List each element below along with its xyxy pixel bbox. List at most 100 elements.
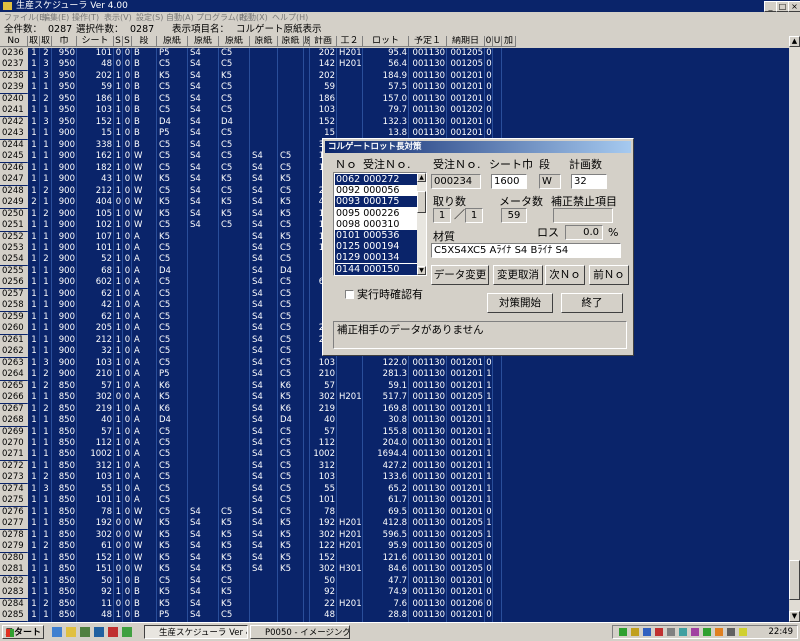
header-col-add[interactable]: 加	[502, 36, 516, 47]
task-scheduler-button[interactable]: 生産スケジューラ Ver 4...	[144, 625, 248, 639]
table-row[interactable]: 0284 1 2 850 11 0 0 B K5 S4 K5 22 H201 7.6 001130 00120…	[0, 598, 789, 610]
table-row[interactable]: 0276 1 1 850 78 1 0 W C5 S4 C5 S4 C5 78 69.5 001130 0012…	[0, 506, 789, 518]
next-no-button[interactable]: 次Ｎｏ	[545, 265, 585, 285]
table-row[interactable]: 0273 1 2 850 103 1 0 A C5 S4 C5 103 133.6 001130 00120…	[0, 472, 789, 484]
folder-icon[interactable]	[66, 627, 76, 637]
tray-icon-2[interactable]	[631, 628, 639, 636]
tray-icon-6[interactable]	[679, 628, 687, 636]
table-row[interactable]: 0285 1 1 850 48 1 0 B P5 S4 C5 48 28.8 001130 001201 0	[0, 610, 789, 622]
desktop-icon[interactable]	[94, 627, 104, 637]
menu-view[interactable]: 表示(V)	[104, 12, 132, 24]
outlook-icon[interactable]	[80, 627, 90, 637]
list-scrollbar[interactable]: ▲ ▼	[417, 173, 426, 275]
table-row[interactable]: 0282 1 1 850 50 1 0 B C5 S4 C5 50 47.7 001130 001201 0	[0, 575, 789, 587]
header-col-due-date[interactable]: 納期日	[447, 36, 485, 47]
header-col-process-2[interactable]: 工２	[337, 36, 363, 47]
table-row[interactable]: 0280 1 1 850 152 1 0 W K5 S4 K5 S4 K5 152 121.6 001130 0…	[0, 552, 789, 564]
media-icon[interactable]	[108, 627, 118, 637]
list-item[interactable]: 0062 000272	[335, 174, 417, 185]
table-row[interactable]: 0270 1 1 850 112 1 0 A C5 S4 C5 112 204.0 001130 00120…	[0, 437, 789, 449]
table-row[interactable]: 0264 1 2 900 210 1 0 A P5 S4 C5 210 281.3 001130 00120…	[0, 369, 789, 381]
list-item[interactable]: 0101 000536	[335, 230, 417, 241]
table-row[interactable]: 0239 1 1 950 59 1 0 B C5 S4 C5 59 57.5 001130 001201 0	[0, 82, 789, 94]
table-row[interactable]: 0265 1 2 850 57 1 0 A K6 S4 K6 57 59.1 001130 001201 1	[0, 380, 789, 392]
menu-launch[interactable]: 起動(X)	[240, 12, 268, 24]
table-row[interactable]: 0271 1 1 850 1002 1 0 A C5 S4 C5 1002 1694.4 001130 00…	[0, 449, 789, 461]
menu-operation[interactable]: 操作(T)	[72, 12, 99, 24]
scroll-thumb[interactable]	[789, 560, 800, 600]
menu-auto[interactable]: 自動(A)	[166, 12, 194, 24]
menu-settings[interactable]: 設定(S)	[136, 12, 163, 24]
volume-icon[interactable]	[739, 628, 747, 636]
grid-vertical-scrollbar[interactable]: ▲ ▼	[789, 36, 800, 622]
confirm-checkbox[interactable]	[345, 290, 354, 299]
app-shortcut-icon[interactable]	[122, 627, 132, 637]
header-col-paper-5[interactable]: 原紙	[278, 36, 304, 47]
plan-count-field[interactable]: 32	[571, 174, 607, 189]
table-row[interactable]: 0278 1 1 850 302 0 0 W K5 S4 K5 S4 K5 302 H201 596.5 001…	[0, 529, 789, 541]
header-col-take-1[interactable]: 取	[28, 36, 40, 47]
table-row[interactable]: 0267 1 2 850 219 1 0 A K6 S4 K6 219 169.8 001130 00120…	[0, 403, 789, 415]
scroll-up-icon[interactable]: ▲	[789, 36, 800, 47]
start-countermeasure-button[interactable]: 対策開始	[487, 293, 553, 313]
table-row[interactable]: 0269 1 1 850 57 1 0 A C5 S4 C5 57 155.8 001130 001201 1	[0, 426, 789, 438]
data-change-button[interactable]: データ変更	[431, 265, 489, 285]
header-col-stage[interactable]: 段	[132, 36, 157, 47]
header-col-sheet[interactable]: シート	[77, 36, 114, 47]
material-field[interactable]: C5XS4XC5 Aﾗｲﾅ S4 Bﾗｲﾅ S4	[431, 243, 621, 258]
header-col-u[interactable]: U	[493, 36, 502, 47]
scroll-down-icon[interactable]: ▼	[789, 611, 800, 622]
header-col-paper-2[interactable]: 原紙	[188, 36, 219, 47]
tray-icon-7[interactable]	[691, 628, 699, 636]
header-col-paper-4[interactable]: 原紙	[250, 36, 278, 47]
table-row[interactable]: 0281 1 1 850 151 0 0 W K5 S4 K5 S4 K5 302 H301 84.6 0011…	[0, 564, 789, 576]
order-listbox[interactable]: 0062 000272 0092 000056 0093 000175 0095 00…	[333, 172, 427, 276]
table-row[interactable]: 0275 1 1 850 101 1 0 A C5 S4 C5 101 61.7 001130 001201…	[0, 495, 789, 507]
table-row[interactable]: 0277 1 1 850 192 0 0 W K5 S4 K5 S4 K5 192 H201 412.8 001…	[0, 518, 789, 530]
table-row[interactable]: 0266 1 1 850 302 0 0 A K5 S4 K5 302 H201 517.7 001130 0…	[0, 392, 789, 404]
table-row[interactable]: 0238 1 3 950 202 1 0 B K5 S4 K5 202 184.9 001130 00120…	[0, 70, 789, 82]
sheet-width-field[interactable]: 1600	[491, 174, 527, 189]
task-imaging-button[interactable]: P0050 - イメージング	[250, 625, 350, 639]
table-row[interactable]: 0274 1 3 850 55 1 0 A C5 S4 C5 55 65.2 001130 001201 1	[0, 483, 789, 495]
table-row[interactable]: 0279 1 2 850 61 0 0 W K5 S4 K5 S4 K5 122 H201 95.9 00113…	[0, 541, 789, 553]
header-col-lot[interactable]: ロット	[363, 36, 409, 47]
header-col-s2[interactable]: S	[123, 36, 132, 47]
list-item[interactable]: 0092 000056	[335, 185, 417, 196]
tray-icon-4[interactable]	[655, 628, 663, 636]
tray-icon-1[interactable]	[619, 628, 627, 636]
table-row[interactable]: 0242 1 3 950 152 1 0 B D4 S4 D4 152 132.3 001130 00120…	[0, 116, 789, 128]
tray-icon-9[interactable]	[715, 628, 723, 636]
list-item[interactable]: 0129 000134	[335, 252, 417, 264]
tray-icon-8[interactable]	[703, 628, 711, 636]
list-item[interactable]: 0125 000194	[335, 241, 417, 253]
table-row[interactable]: 0263 1 3 900 103 1 0 A C5 S4 C5 103 122.0 001130 00120…	[0, 357, 789, 369]
menu-edit[interactable]: 編集(E)	[42, 12, 69, 24]
tray-icon-5[interactable]	[667, 628, 675, 636]
list-item[interactable]: 0144 000150	[335, 263, 417, 275]
header-col-paper-3[interactable]: 原紙	[219, 36, 250, 47]
table-row[interactable]: 0272 1 1 850 312 1 0 A C5 S4 C5 312 427.2 001130 00120…	[0, 460, 789, 472]
cancel-change-button[interactable]: 変更取消	[493, 265, 543, 285]
list-scroll-down-icon[interactable]: ▼	[417, 266, 426, 275]
start-button[interactable]: スタート	[2, 625, 44, 639]
header-col-paper-1[interactable]: 原紙	[157, 36, 188, 47]
close-icon[interactable]: ×	[788, 1, 800, 12]
list-scroll-up-icon[interactable]: ▲	[417, 173, 426, 182]
header-col-take-2[interactable]: 取	[40, 36, 52, 47]
ie-icon[interactable]	[52, 627, 62, 637]
list-item[interactable]: 0098 000310	[335, 219, 417, 230]
list-scroll-thumb[interactable]	[417, 191, 426, 213]
list-item[interactable]: 0093 000175	[335, 196, 417, 208]
table-row[interactable]: 0236 1 2 950 101 0 0 B P5 S4 C5 202 H201 95.4 001130 00…	[0, 48, 789, 59]
header-col-s1[interactable]: S	[114, 36, 123, 47]
header-col-plan[interactable]: 計画	[310, 36, 337, 47]
table-row[interactable]: 0283 1 1 850 92 1 0 B K5 S4 K5 92 74.9 001130 001201 0	[0, 587, 789, 599]
table-row[interactable]: 0241 1 1 950 103 1 0 B C5 S4 C5 103 79.7 001130 001202…	[0, 105, 789, 117]
list-item[interactable]: 0095 000226	[335, 208, 417, 219]
table-row[interactable]: 0237 1 3 950 48 0 0 B C5 S4 C5 142 H201 56.4 001130 001…	[0, 59, 789, 71]
tray-icon-10[interactable]	[727, 628, 735, 636]
header-col-width[interactable]: 巾	[52, 36, 77, 47]
table-row[interactable]: 0240 1 2 950 186 1 0 B C5 S4 C5 186 157.0 001130 00120…	[0, 93, 789, 105]
menu-help[interactable]: ヘルプ(H)	[272, 12, 308, 24]
